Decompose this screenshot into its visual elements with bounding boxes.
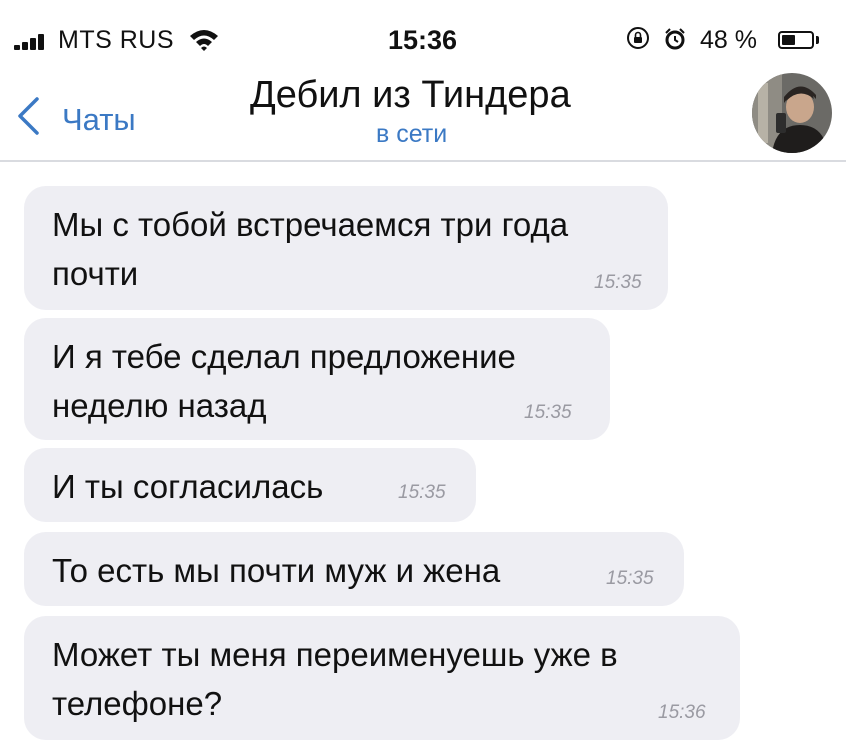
chat-header: Чаты Дебил из Тиндера в сети: [0, 70, 846, 162]
message-bubble[interactable]: Может ты меня переименуешь уже в телефон…: [24, 616, 740, 740]
signal-icon: [14, 34, 50, 50]
message-time: 15:35: [606, 568, 654, 589]
message-text: То есть мы почти муж и жена: [52, 552, 501, 589]
message-bubble[interactable]: То есть мы почти муж и жена 15:35: [24, 532, 684, 606]
message-time: 15:35: [398, 482, 446, 503]
wifi-icon: [190, 30, 218, 51]
rotation-lock-icon: [627, 27, 649, 49]
back-button[interactable]: Чаты: [10, 82, 170, 137]
chevron-left-icon: [18, 97, 39, 135]
message-text: Мы с тобой встречаемся три года почти: [52, 206, 578, 292]
status-bar: MTS RUS 15:36 48 %: [0, 0, 846, 70]
online-status: в сети: [376, 120, 448, 148]
message-list[interactable]: Мы с тобой встречаемся три года почти 15…: [0, 162, 846, 750]
battery-level: [782, 35, 795, 45]
carrier-name: MTS RUS: [58, 26, 174, 54]
battery-icon: [778, 31, 814, 49]
message-text: Может ты меня переименуешь уже в телефон…: [52, 636, 627, 722]
message-bubble[interactable]: И я тебе сделал предложение неделю назад…: [24, 318, 610, 440]
message-bubble[interactable]: Мы с тобой встречаемся три года почти 15…: [24, 186, 668, 310]
message-time: 15:35: [594, 272, 642, 293]
battery-tip: [816, 36, 819, 44]
message-time: 15:35: [524, 402, 572, 423]
chat-title[interactable]: Дебил из Тиндера: [250, 74, 571, 117]
status-time: 15:36: [388, 25, 458, 55]
avatar[interactable]: [752, 73, 832, 153]
message-text: И ты согласилась: [52, 468, 324, 505]
battery-percent: 48 %: [700, 26, 757, 54]
message-text: И я тебе сделал предложение неделю назад: [52, 338, 526, 424]
message-time: 15:36: [658, 702, 706, 723]
back-label: Чаты: [62, 102, 136, 137]
alarm-icon: [665, 28, 685, 50]
message-bubble[interactable]: И ты согласилась 15:35: [24, 448, 476, 522]
